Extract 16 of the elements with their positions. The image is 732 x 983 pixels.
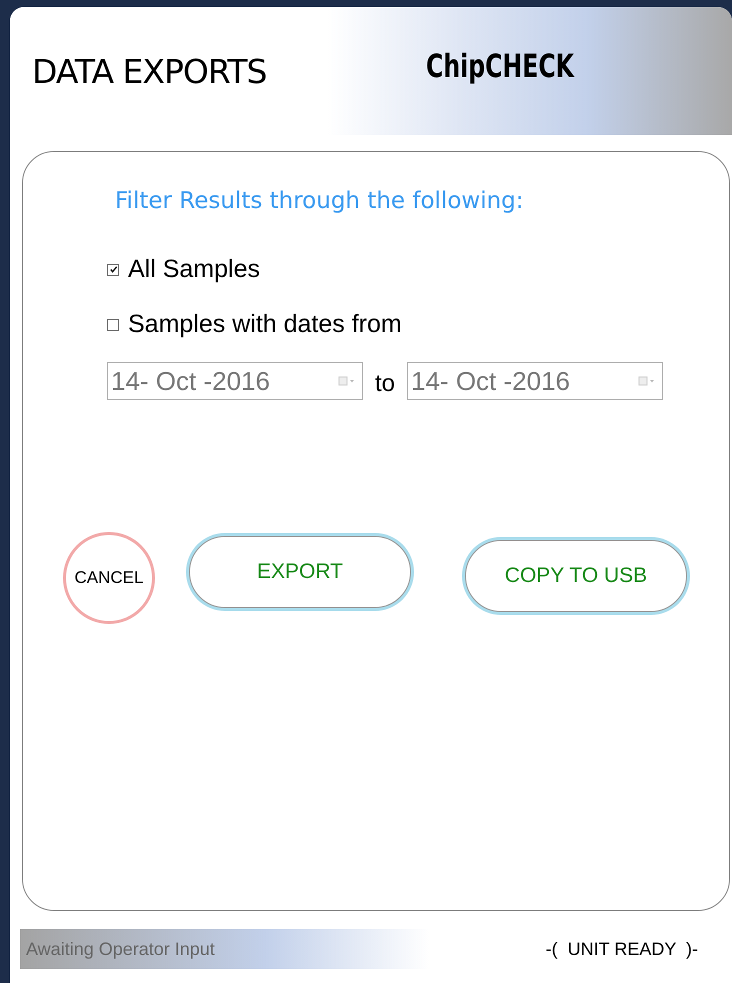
separator-label: to [375, 370, 396, 398]
date-field[interactable]: 14- Oct -2016 [407, 362, 664, 400]
filter-heading: Filter Results through the following: [115, 188, 525, 214]
copy-button[interactable]: COPY TO USB [465, 540, 687, 612]
brand-logo: ChipCHECK [426, 47, 574, 85]
checkbox[interactable] [107, 264, 119, 276]
calendar-icon [338, 376, 356, 386]
date-field[interactable]: 14- Oct -2016 [107, 362, 363, 400]
calendar-icon [638, 376, 656, 386]
cancel-button[interactable]: CANCEL [63, 532, 155, 624]
export-button[interactable]: EXPORT [189, 536, 411, 608]
unit-status: -( UNIT READY )- [546, 938, 698, 960]
option-label: All Samples [128, 255, 260, 284]
page-title: DATA EXPORTS [31, 52, 268, 90]
option-label: Samples with dates from [128, 310, 402, 339]
checkbox[interactable] [107, 318, 119, 330]
